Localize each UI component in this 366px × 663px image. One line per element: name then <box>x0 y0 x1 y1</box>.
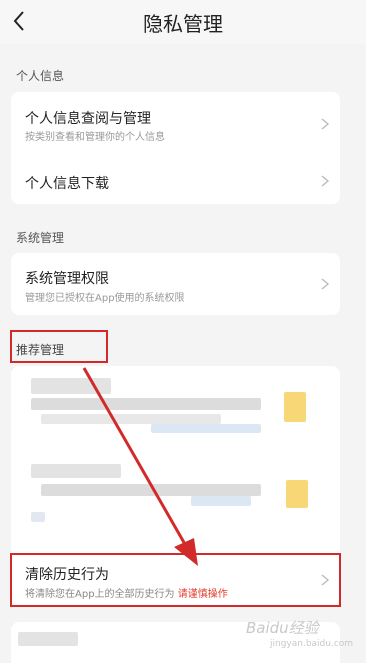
highlight-box-clear-history <box>10 553 341 607</box>
blurred-text <box>151 424 261 433</box>
blurred-text <box>191 496 251 506</box>
watermark: Baidu经验 <box>246 619 319 637</box>
blurred-text <box>41 414 221 424</box>
blurred-toggle <box>286 480 308 508</box>
chevron-right-icon <box>321 175 330 187</box>
blurred-text <box>31 378 111 394</box>
page-title: 隐私管理 <box>143 12 223 36</box>
system-card: 系统管理权限 管理您已授权在App使用的系统权限 <box>11 253 340 315</box>
highlight-box-recommend <box>10 330 108 363</box>
item-title: 个人信息下载 <box>25 176 109 192</box>
item-subtitle: 按类别查看和管理你的个人信息 <box>25 132 165 143</box>
blurred-text <box>18 632 78 646</box>
nav-bar: 隐私管理 <box>0 0 366 44</box>
chevron-right-icon <box>321 118 330 130</box>
system-permission-item[interactable]: 系统管理权限 管理您已授权在App使用的系统权限 <box>11 253 340 315</box>
item-title: 系统管理权限 <box>25 271 109 287</box>
personal-info-download-item[interactable]: 个人信息下载 <box>11 156 340 204</box>
item-subtitle: 管理您已授权在App使用的系统权限 <box>25 293 185 304</box>
blurred-text <box>31 464 121 478</box>
item-title: 个人信息查阅与管理 <box>25 111 151 127</box>
watermark-url: jingyan.baidu.com <box>270 639 354 649</box>
section-label-system: 系统管理 <box>16 231 65 245</box>
personal-info-card: 个人信息查阅与管理 按类别查看和管理你的个人信息 个人信息下载 <box>11 92 340 204</box>
section-label-personal: 个人信息 <box>16 69 65 83</box>
blurred-text <box>41 484 261 496</box>
chevron-right-icon <box>321 278 330 290</box>
personal-info-manage-item[interactable]: 个人信息查阅与管理 按类别查看和管理你的个人信息 <box>11 92 340 156</box>
blurred-text <box>31 512 45 522</box>
blurred-toggle <box>284 392 306 422</box>
blurred-text <box>31 398 261 410</box>
